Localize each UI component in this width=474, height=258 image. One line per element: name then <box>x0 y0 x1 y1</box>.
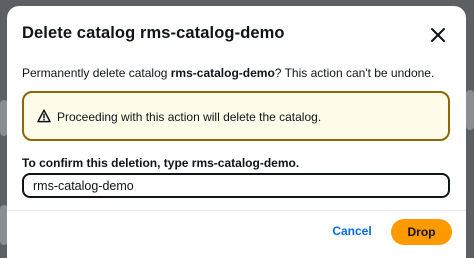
dialog-title-name: rms-catalog-demo <box>139 24 285 42</box>
warning-alert: Proceeding with this action will delete … <box>22 91 450 141</box>
close-icon <box>431 28 445 42</box>
description-catalog-name: rms-catalog-demo <box>170 66 275 80</box>
footer-divider <box>7 210 466 211</box>
dialog-description: Permanently delete catalog rms-catalog-d… <box>22 66 434 80</box>
dialog-header: Delete catalog rms-catalog-demo <box>22 24 451 52</box>
dialog-title-prefix: Delete catalog <box>22 24 140 42</box>
confirm-label-prefix: To confirm this deletion, type <box>22 156 192 170</box>
background-card-right <box>466 90 474 130</box>
description-suffix: ? This action can't be undone. <box>274 66 435 80</box>
warning-alert-text: Proceeding with this action will delete … <box>57 110 322 124</box>
cancel-button[interactable]: Cancel <box>327 219 377 243</box>
confirm-label-suffix: . <box>295 156 300 170</box>
description-prefix: Permanently delete catalog <box>22 66 171 80</box>
dialog-title: Delete catalog rms-catalog-demo <box>22 24 285 43</box>
delete-catalog-dialog: Delete catalog rms-catalog-demo Permanen… <box>7 6 466 258</box>
drop-button[interactable]: Drop <box>391 219 452 245</box>
confirm-name-input[interactable] <box>22 173 450 198</box>
confirm-label: To confirm this deletion, type rms-catal… <box>22 156 299 170</box>
close-button[interactable] <box>427 24 449 46</box>
confirm-label-name: rms-catalog-demo <box>191 156 296 170</box>
warning-icon <box>37 109 51 123</box>
